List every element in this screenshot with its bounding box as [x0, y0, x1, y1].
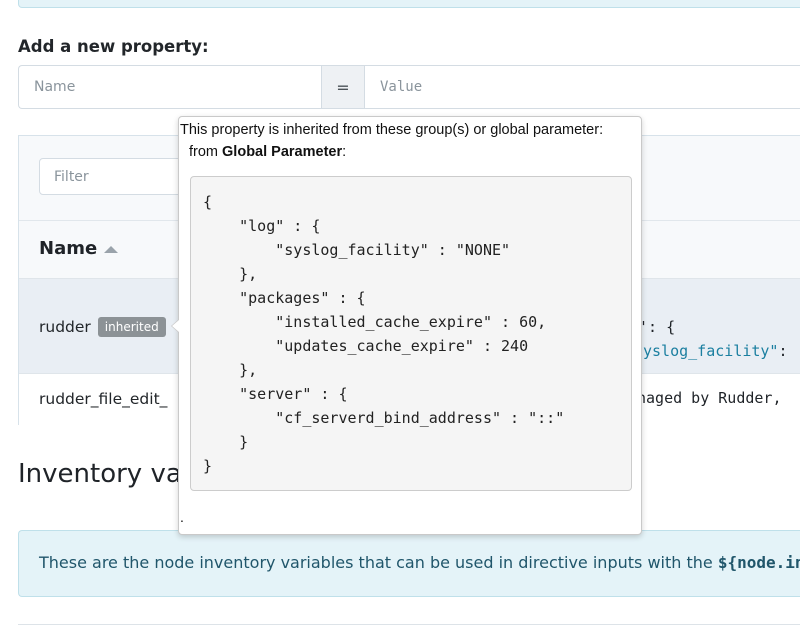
inherited-badge[interactable]: inherited — [97, 317, 166, 337]
name-column-header[interactable]: Name — [39, 238, 119, 259]
property-value: naged by Rudder, — [637, 389, 782, 407]
inventory-info-text: These are the node inventory variables t… — [39, 553, 800, 572]
property-value-line: yslog_facility": — [643, 342, 788, 360]
inventory-info-box: These are the node inventory variables t… — [18, 530, 800, 597]
equals-sign: = — [321, 65, 365, 109]
json-punctuation: : — [778, 342, 788, 360]
property-value-input[interactable] — [365, 65, 800, 109]
add-property-label: Add a new property: — [18, 37, 209, 56]
popover-trailing-text: . — [180, 509, 184, 525]
popover-arrow — [171, 319, 179, 333]
property-name-cell: rudder inherited — [39, 317, 166, 337]
info-text-body: These are the node inventory variables t… — [39, 553, 718, 572]
property-value-line: ': { — [639, 318, 676, 336]
inventory-section-title: Inventory var — [18, 459, 193, 489]
add-property-form: = — [18, 65, 800, 109]
json-key: yslog_facility" — [643, 342, 779, 360]
top-alert-box — [18, 0, 800, 8]
inherited-property-popover: This property is inherited from these gr… — [171, 116, 642, 535]
info-code-snippet: ${node.in — [717, 553, 800, 572]
popover-source-suffix: : — [342, 144, 347, 160]
sort-ascending-icon — [104, 245, 119, 253]
property-name: rudder_file_edit_ — [39, 390, 168, 408]
popover-source-prefix: from — [189, 144, 223, 160]
popover-source-name: Global Parameter — [222, 144, 343, 160]
popover-description: This property is inherited from these gr… — [180, 122, 604, 138]
popover-source: from Global Parameter: — [189, 144, 346, 160]
property-name: rudder — [39, 318, 91, 336]
section-divider — [18, 624, 800, 625]
property-name-input[interactable] — [18, 65, 321, 109]
name-column-label: Name — [39, 238, 98, 259]
inherited-value-code-block: { "log" : { "syslog_facility" : "NONE" }… — [190, 176, 632, 491]
